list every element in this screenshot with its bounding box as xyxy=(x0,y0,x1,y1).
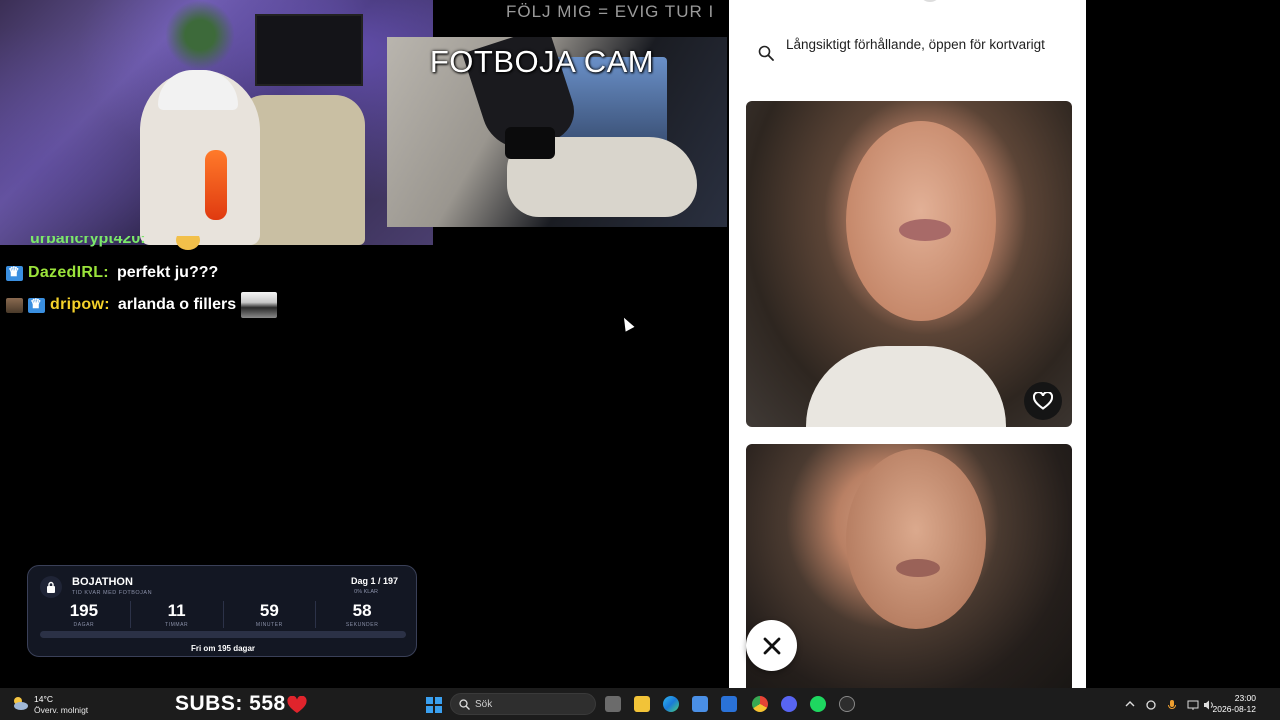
follow-banner: FÖLJ MIG = EVIG TUR I xyxy=(506,2,715,21)
store-icon[interactable] xyxy=(692,696,708,712)
obs-icon[interactable] xyxy=(839,696,855,712)
profile-photo[interactable] xyxy=(746,101,1072,427)
taskbar-search[interactable]: Sök xyxy=(450,693,596,715)
weather-temperature[interactable]: 14°C xyxy=(34,694,53,704)
cloudy-weather-icon[interactable] xyxy=(11,695,29,711)
countdown-percent: 0% KLAR xyxy=(354,589,378,595)
countdown-progress-bar xyxy=(40,631,406,638)
search-icon xyxy=(459,699,470,710)
mouse-cursor-icon xyxy=(619,315,635,332)
countdown-unit: DAGAR xyxy=(73,622,95,628)
countdown-unit: MINUTER xyxy=(255,622,283,628)
lock-icon xyxy=(40,576,62,598)
chat-message: DazedIRL: perfekt ju??? xyxy=(6,264,218,282)
microphone-icon[interactable] xyxy=(1166,698,1178,710)
chat-username: dripow: xyxy=(50,296,110,313)
heart-outline-icon xyxy=(1033,392,1053,410)
taskbar-search-placeholder: Sök xyxy=(475,699,493,710)
countdown-unit: TIMMAR xyxy=(164,622,189,628)
heart-icon xyxy=(287,696,307,713)
countdown-days: 195 DAGAR xyxy=(38,601,131,628)
lips xyxy=(899,219,951,241)
network-icon[interactable] xyxy=(1187,698,1199,710)
user-badge-icon xyxy=(6,297,23,313)
chat-text: arlanda o fillers xyxy=(117,296,237,313)
chat-emote-icon xyxy=(241,292,278,318)
taskbar-clock[interactable]: 23:00 2026-08-12 xyxy=(1213,693,1256,715)
scroll-indicator xyxy=(922,0,938,2)
dismiss-button[interactable] xyxy=(746,620,797,671)
chat-text: perfekt ju??? xyxy=(116,264,219,281)
task-view-icon[interactable] xyxy=(605,696,621,712)
lips xyxy=(896,559,940,577)
outlook-icon[interactable] xyxy=(721,696,737,712)
countdown-value: 59 xyxy=(259,601,279,620)
clock-time: 23:00 xyxy=(1234,693,1256,703)
countdown-hours: 11 TIMMAR xyxy=(131,601,224,628)
bojathon-countdown: BOJATHON TID KVAR MED FOTBOJAN Dag 1 / 1… xyxy=(27,565,417,657)
windows-start-icon[interactable] xyxy=(426,697,442,713)
subscriber-badge-icon xyxy=(6,264,23,281)
chrome-icon[interactable] xyxy=(752,696,768,712)
subscriber-badge-icon xyxy=(28,296,45,313)
chat-message-partial: urbancrypt420: xyxy=(6,236,206,250)
tv-screen xyxy=(255,14,363,86)
emoji-icon xyxy=(176,236,200,250)
chat-username: urbancrypt420: xyxy=(30,236,146,247)
subscriber-count: SUBS: 558 xyxy=(175,692,286,715)
weather-description[interactable]: Överv. molnigt xyxy=(34,705,88,715)
clock-date: 2026-08-12 xyxy=(1212,704,1256,714)
ankle-monitor xyxy=(505,127,555,159)
countdown-subtitle: TID KVAR MED FOTBOJAN xyxy=(72,590,153,596)
countdown-value: 11 xyxy=(167,601,186,620)
clothing xyxy=(806,346,1006,427)
sync-icon[interactable] xyxy=(1145,698,1157,710)
countdown-unit: SEKUNDER xyxy=(345,622,379,628)
edge-browser-icon[interactable] xyxy=(663,696,679,712)
relationship-goal-text: Långsiktigt förhållande, öppen för kortv… xyxy=(786,37,1045,52)
countdown-title: BOJATHON xyxy=(72,576,133,588)
streamer-webcam xyxy=(0,0,433,245)
like-button[interactable] xyxy=(1024,382,1062,420)
countdown-cells: 195 DAGAR 11 TIMMAR 59 MINUTER 58 SEKUND… xyxy=(38,601,408,628)
chevron-up-icon[interactable] xyxy=(1124,698,1136,710)
dating-app-window: Långsiktigt förhållande, öppen för kortv… xyxy=(729,0,1086,704)
countdown-minutes: 59 MINUTER xyxy=(224,601,317,628)
chat-message: dripow: arlanda o fillers xyxy=(6,292,278,318)
microphone xyxy=(205,150,227,220)
footcam-title: FOTBOJA CAM xyxy=(429,44,655,79)
countdown-footer: Fri om 195 dagar xyxy=(190,644,256,653)
profile-photo[interactable] xyxy=(746,444,1072,704)
spotify-icon[interactable] xyxy=(810,696,826,712)
discord-icon[interactable] xyxy=(781,696,797,712)
chat-username: DazedIRL: xyxy=(28,264,109,281)
countdown-seconds: 58 SEKUNDER xyxy=(316,601,408,628)
countdown-value: 195 xyxy=(69,601,99,620)
face xyxy=(846,449,986,629)
countdown-value: 58 xyxy=(352,601,372,620)
plant xyxy=(165,0,235,70)
file-explorer-icon[interactable] xyxy=(634,696,650,712)
countdown-day: Dag 1 / 197 xyxy=(350,576,398,586)
search-icon xyxy=(758,45,774,61)
close-icon xyxy=(763,637,780,654)
